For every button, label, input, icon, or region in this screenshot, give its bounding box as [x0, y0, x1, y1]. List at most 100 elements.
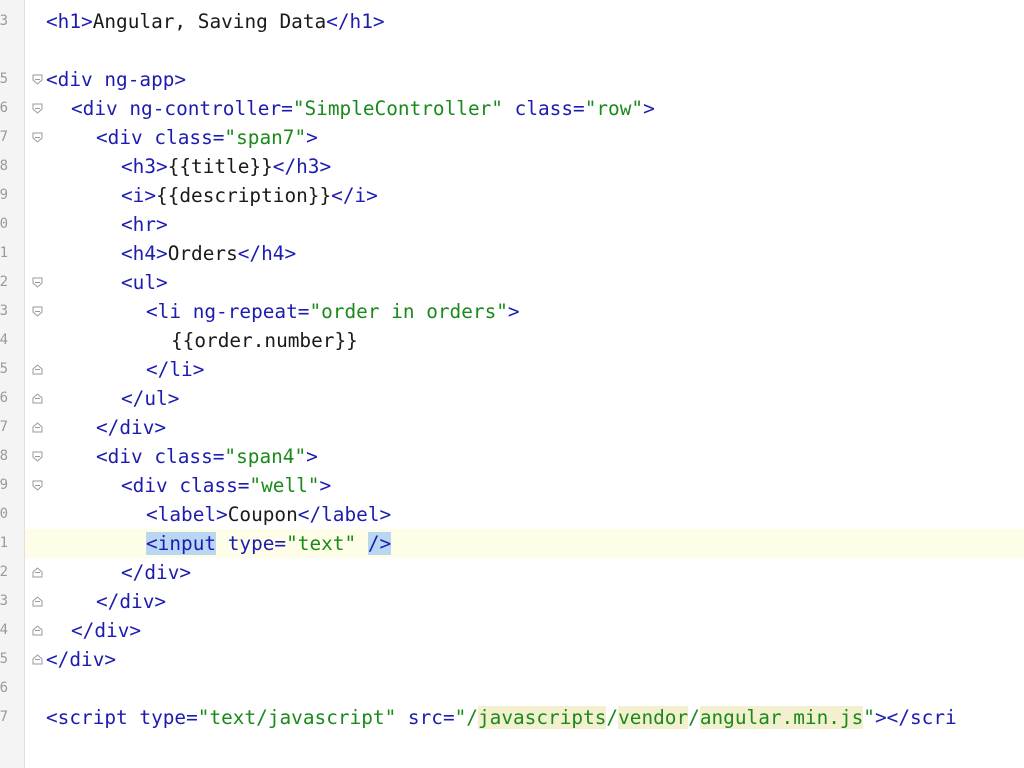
fold-open-icon[interactable]: [32, 103, 43, 114]
fold-open-icon[interactable]: [32, 74, 43, 85]
line-number: 1: [0, 535, 8, 551]
code-editor[interactable]: 3 5 6 7 8 9 0 1 2 3 4 5 6 7 8 9 0 1 2 3 4 5 6 7 <h1>Angular, Sa…: [0, 0, 1024, 768]
code-token: ng-repeat=: [192, 300, 310, 323]
code-token: </label>: [297, 503, 392, 526]
code-token: <div: [96, 126, 155, 149]
fold-close-icon[interactable]: [32, 393, 43, 404]
code-token: {{description}}: [156, 184, 332, 207]
line-number: 6: [0, 390, 8, 406]
code-line[interactable]: <div ng-controller="SimpleController" cl…: [71, 94, 655, 123]
code-line[interactable]: <h1>Angular, Saving Data</h1>: [46, 7, 385, 36]
code-line[interactable]: </li>: [146, 355, 204, 384]
code-token: <h3>: [121, 155, 168, 178]
code-line[interactable]: <div class="span4">: [96, 442, 318, 471]
code-token: Angular, Saving Data: [92, 10, 327, 33]
code-token: </div>: [71, 619, 142, 642]
line-number: 5: [0, 71, 8, 87]
code-line[interactable]: <h4>Orders</h4>: [121, 239, 296, 268]
code-line[interactable]: <div ng-app>: [46, 65, 186, 94]
line-number: 2: [0, 564, 8, 580]
fold-close-icon[interactable]: [32, 567, 43, 578]
code-token: <div: [121, 474, 180, 497]
code-token: ng-controller=: [129, 97, 293, 120]
code-line[interactable]: </div>: [71, 616, 141, 645]
code-token: ng-app: [104, 68, 175, 91]
fold-open-icon[interactable]: [32, 277, 43, 288]
code-line[interactable]: <div class="well">: [121, 471, 331, 500]
code-token: "text/javascript": [197, 706, 397, 729]
code-token: </div>: [46, 648, 117, 671]
code-token: "SimpleController": [292, 97, 503, 120]
fold-marker-column: [28, 0, 46, 768]
code-line[interactable]: </div>: [46, 645, 116, 674]
code-token: vendor: [618, 706, 689, 729]
code-line[interactable]: <label>Coupon</label>: [146, 500, 391, 529]
fold-open-icon[interactable]: [32, 451, 43, 462]
line-number: 7: [0, 129, 8, 145]
code-line[interactable]: <hr>: [121, 210, 168, 239]
code-token: >: [174, 68, 187, 91]
code-line[interactable]: <script type="text/javascript" src="/jav…: [46, 703, 957, 732]
fold-close-icon[interactable]: [32, 654, 43, 665]
code-token: >: [643, 97, 655, 120]
code-line[interactable]: </ul>: [121, 384, 179, 413]
code-token: "well": [249, 474, 320, 497]
code-token: class=: [154, 126, 225, 149]
line-number: 3: [0, 303, 8, 319]
code-token: <h4>: [121, 242, 168, 265]
code-token: <label>: [146, 503, 228, 526]
code-token: class=: [179, 474, 250, 497]
code-line[interactable]: <h3>{{title}}</h3>: [121, 152, 331, 181]
fold-close-icon[interactable]: [32, 625, 43, 636]
code-line[interactable]: </div>: [121, 558, 191, 587]
code-token: angular.min.js: [699, 706, 864, 729]
fold-close-icon[interactable]: [32, 596, 43, 607]
code-token: ": [863, 706, 875, 729]
line-number: 5: [0, 361, 8, 377]
code-token: <script: [46, 706, 140, 729]
code-line[interactable]: {{order.number}}: [171, 326, 358, 355]
code-token: <ul>: [121, 271, 168, 294]
code-line[interactable]: <div class="span7">: [96, 123, 318, 152]
fold-open-icon[interactable]: [32, 132, 43, 143]
code-token: /: [606, 706, 619, 729]
code-token: <li: [146, 300, 193, 323]
code-token: <div: [96, 445, 155, 468]
line-number: 2: [0, 274, 8, 290]
code-token: "span7": [224, 126, 307, 149]
fold-close-icon[interactable]: [32, 422, 43, 433]
code-token: src=: [396, 706, 455, 729]
line-number: 8: [0, 158, 8, 174]
code-line[interactable]: <ul>: [121, 268, 168, 297]
code-token: "/: [454, 706, 478, 729]
line-number: 5: [0, 651, 8, 667]
code-token: class=: [154, 445, 225, 468]
code-token: javascripts: [477, 706, 607, 729]
line-number: 4: [0, 622, 8, 638]
code-line[interactable]: <i>{{description}}</i>: [121, 181, 378, 210]
code-token: </h4>: [237, 242, 297, 265]
code-token: <i>: [121, 184, 157, 207]
code-token: <div: [71, 97, 130, 120]
line-number: 1: [0, 245, 8, 261]
code-token: </div>: [96, 416, 167, 439]
code-line[interactable]: <input type="text" />: [146, 529, 392, 558]
line-number: 6: [0, 680, 8, 696]
line-number: 4: [0, 332, 8, 348]
code-token: {{order.number}}: [171, 329, 358, 352]
fold-close-icon[interactable]: [32, 364, 43, 375]
code-line[interactable]: </div>: [96, 587, 166, 616]
code-token: {{title}}: [167, 155, 273, 178]
line-number: 0: [0, 506, 8, 522]
line-number: 3: [0, 593, 8, 609]
code-token: "row": [584, 97, 644, 120]
code-token: </h3>: [272, 155, 332, 178]
code-line[interactable]: <li ng-repeat="order in orders">: [146, 297, 520, 326]
fold-open-icon[interactable]: [32, 480, 43, 491]
code-line[interactable]: </div>: [96, 413, 166, 442]
code-token: </i>: [331, 184, 378, 207]
line-number: 8: [0, 448, 8, 464]
line-number-gutter: 3 5 6 7 8 9 0 1 2 3 4 5 6 7 8 9 0 1 2 3 4 5 6 7: [0, 0, 25, 768]
fold-open-icon[interactable]: [32, 306, 43, 317]
code-token: type=: [139, 706, 198, 729]
